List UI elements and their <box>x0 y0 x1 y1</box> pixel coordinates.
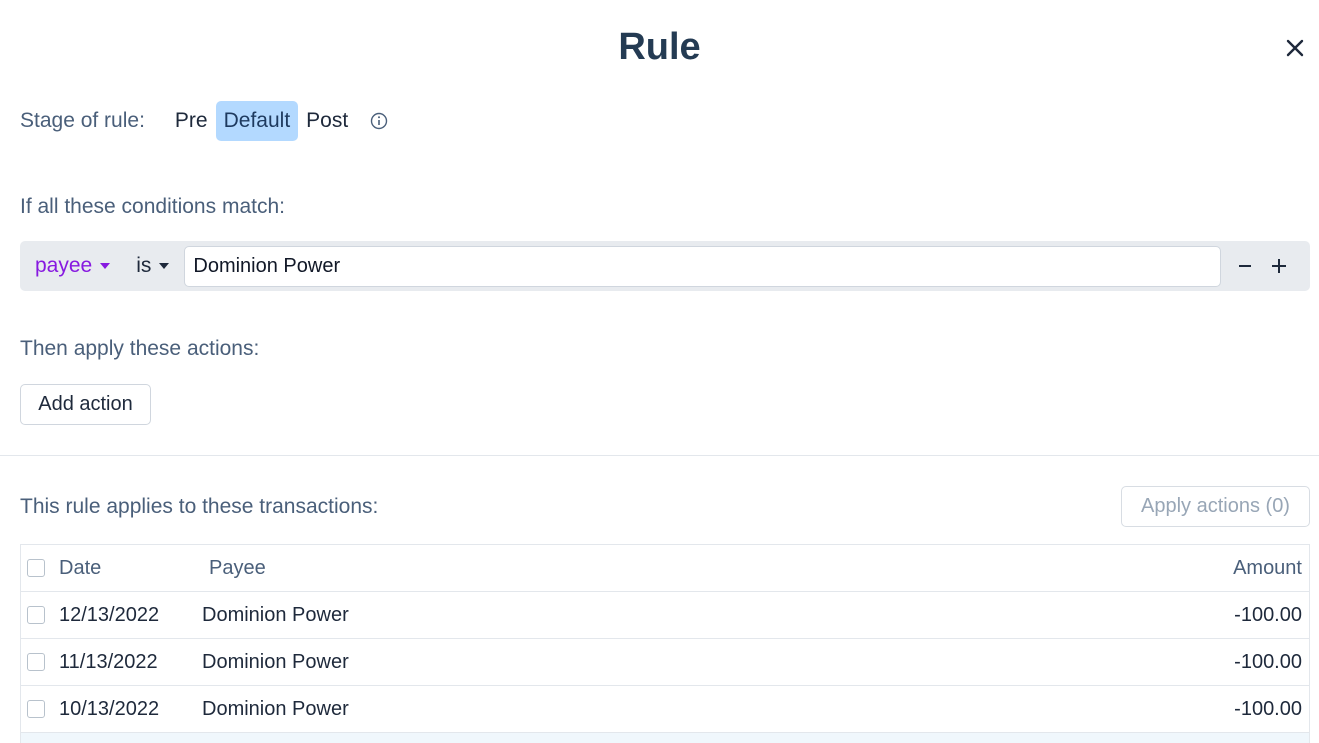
condition-operator-dropdown[interactable]: is <box>136 254 170 278</box>
row-checkbox[interactable] <box>27 606 45 624</box>
row-date: 11/13/2022 <box>59 650 158 673</box>
condition-field-label: payee <box>35 254 93 277</box>
row-amount: -100.00 <box>1234 697 1302 720</box>
table-row[interactable]: 10/13/2022 Dominion Power -100.00 <box>21 686 1309 733</box>
stage-option-pre[interactable]: Pre <box>167 101 216 141</box>
row-date: 12/13/2022 <box>59 603 160 626</box>
row-payee: Dominion Power <box>202 650 349 673</box>
add-condition-button[interactable] <box>1264 251 1294 281</box>
row-checkbox[interactable] <box>27 700 45 718</box>
table-row-partial <box>21 733 1309 743</box>
chevron-down-icon <box>100 263 111 269</box>
add-action-button[interactable]: Add action <box>20 384 151 425</box>
row-checkbox[interactable] <box>27 653 45 671</box>
rule-modal: Rule Stage of rule: Pre Default Post If … <box>0 0 1319 743</box>
column-header-date[interactable]: Date <box>59 557 101 580</box>
stage-option-post[interactable]: Post <box>298 101 356 141</box>
close-button[interactable] <box>1280 33 1310 63</box>
close-icon <box>1286 39 1304 57</box>
actions-label: Then apply these actions: <box>20 337 260 360</box>
apply-actions-button: Apply actions (0) <box>1121 486 1310 527</box>
condition-operator-label: is <box>136 254 152 277</box>
chevron-down-icon <box>159 263 170 269</box>
row-payee: Dominion Power <box>202 697 349 720</box>
stage-selector: Stage of rule: Pre Default Post <box>20 101 388 141</box>
transactions-label: This rule applies to these transactions: <box>20 495 379 518</box>
condition-row: payee is <box>20 241 1310 291</box>
conditions-label: If all these conditions match: <box>20 195 285 218</box>
table-row[interactable]: 12/13/2022 Dominion Power -100.00 <box>21 592 1309 639</box>
select-all-checkbox[interactable] <box>27 559 45 577</box>
minus-icon <box>1239 265 1252 267</box>
stage-label: Stage of rule: <box>20 109 145 132</box>
table-header: Date Payee Amount <box>21 545 1309 592</box>
info-circle-icon[interactable] <box>370 112 388 130</box>
remove-condition-button[interactable] <box>1230 251 1260 281</box>
condition-value-input[interactable] <box>184 245 1222 287</box>
column-header-amount[interactable]: Amount <box>1233 557 1302 580</box>
row-amount: -100.00 <box>1234 650 1302 673</box>
plus-icon <box>1272 259 1287 273</box>
section-divider <box>0 455 1319 456</box>
row-amount: -100.00 <box>1234 603 1302 626</box>
column-header-payee[interactable]: Payee <box>209 557 266 580</box>
stage-option-default[interactable]: Default <box>215 101 299 141</box>
condition-field-dropdown[interactable]: payee <box>35 254 111 278</box>
transactions-table: Date Payee Amount 12/13/2022 Dominion Po… <box>20 544 1310 743</box>
modal-title: Rule <box>618 26 701 68</box>
table-row[interactable]: 11/13/2022 Dominion Power -100.00 <box>21 639 1309 686</box>
row-payee: Dominion Power <box>202 603 349 626</box>
row-date: 10/13/2022 <box>59 697 160 720</box>
